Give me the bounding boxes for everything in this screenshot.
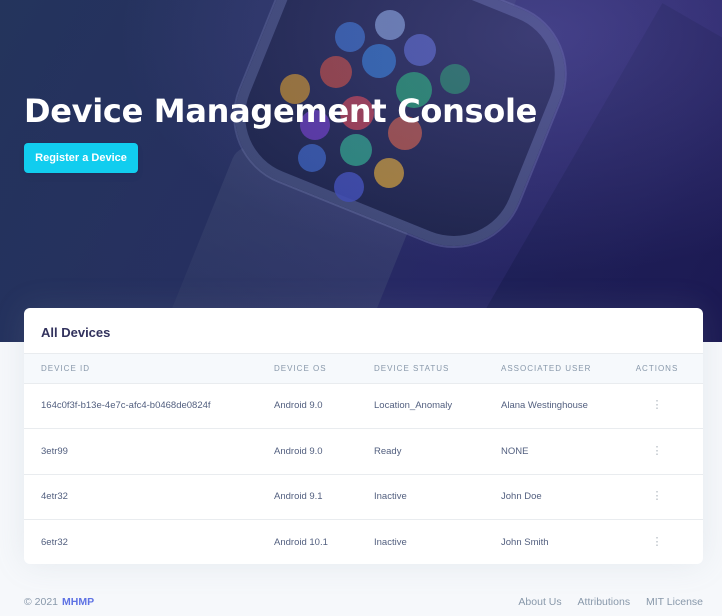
column-header-device-status: Device Status xyxy=(374,354,501,384)
page-title: Device Management Console xyxy=(24,92,538,130)
register-device-button[interactable]: Register a Device xyxy=(24,143,138,173)
column-header-actions: Actions xyxy=(621,354,703,384)
device-id-cell: 164c0f3f-b13e-4e7c-afc4-b0468de0824f xyxy=(24,383,274,429)
actions-cell: ⋮ xyxy=(621,520,703,565)
actions-cell: ⋮ xyxy=(621,383,703,429)
device-os-cell: Android 9.0 xyxy=(274,428,374,475)
card-title: All Devices xyxy=(24,308,703,354)
table-row: 4etr32 Android 9.1 Inactive John Doe ⋮ xyxy=(24,474,703,520)
associated-user-cell: Alana Westinghouse xyxy=(501,383,621,429)
more-actions-icon[interactable]: ⋮ xyxy=(646,489,669,504)
more-actions-icon[interactable]: ⋮ xyxy=(646,398,669,413)
column-header-device-os: Device OS xyxy=(274,354,374,384)
copyright: © 2021 MHMP xyxy=(24,596,94,608)
table-header-row: Device ID Device OS Device Status Associ… xyxy=(24,354,703,384)
footer-link-attributions[interactable]: Attributions xyxy=(578,596,631,608)
devices-card: All Devices Device ID Device OS Device S… xyxy=(24,308,703,564)
device-status-cell: Inactive xyxy=(374,474,501,520)
copyright-text: © 2021 xyxy=(24,596,59,608)
associated-user-cell: John Smith xyxy=(501,537,549,548)
device-os-cell: Android 9.0 xyxy=(274,383,374,429)
associated-user-cell: John Doe xyxy=(501,474,621,520)
brand-link[interactable]: MHMP xyxy=(62,596,94,608)
table-row: 3etr99 Android 9.0 Ready NONE ⋮ xyxy=(24,428,703,475)
associated-user-cell: NONE xyxy=(501,428,621,475)
device-status-cell: Inactive xyxy=(374,537,407,548)
table-row: 164c0f3f-b13e-4e7c-afc4-b0468de0824f And… xyxy=(24,383,703,429)
footer: © 2021 MHMP About Us Attributions MIT Lic… xyxy=(24,596,703,610)
device-status-cell: Location_Anomaly xyxy=(374,383,501,429)
actions-cell: ⋮ xyxy=(621,428,703,475)
more-actions-icon[interactable]: ⋮ xyxy=(646,444,669,459)
device-id-cell: 4etr32 xyxy=(24,474,274,520)
column-header-device-id: Device ID xyxy=(24,354,274,384)
devices-table: Device ID Device OS Device Status Associ… xyxy=(24,354,703,564)
footer-link-about-us[interactable]: About Us xyxy=(518,596,561,608)
table-row: 6etr32 Android 10.1 Inactive John Smith … xyxy=(24,520,703,565)
device-id-cell: 3etr99 xyxy=(24,428,274,475)
device-status-cell: Ready xyxy=(374,428,501,475)
device-os-cell: Android 10.1 xyxy=(274,537,328,548)
more-actions-icon[interactable]: ⋮ xyxy=(646,535,669,550)
footer-links: About Us Attributions MIT License xyxy=(505,596,703,608)
actions-cell: ⋮ xyxy=(621,474,703,520)
device-id-cell: 6etr32 xyxy=(41,537,68,548)
footer-link-mit-license[interactable]: MIT License xyxy=(646,596,703,608)
device-os-cell: Android 9.1 xyxy=(274,474,374,520)
hero-banner: Device Management Console Register a Dev… xyxy=(0,0,722,342)
column-header-associated-user: Associated User xyxy=(501,354,621,384)
